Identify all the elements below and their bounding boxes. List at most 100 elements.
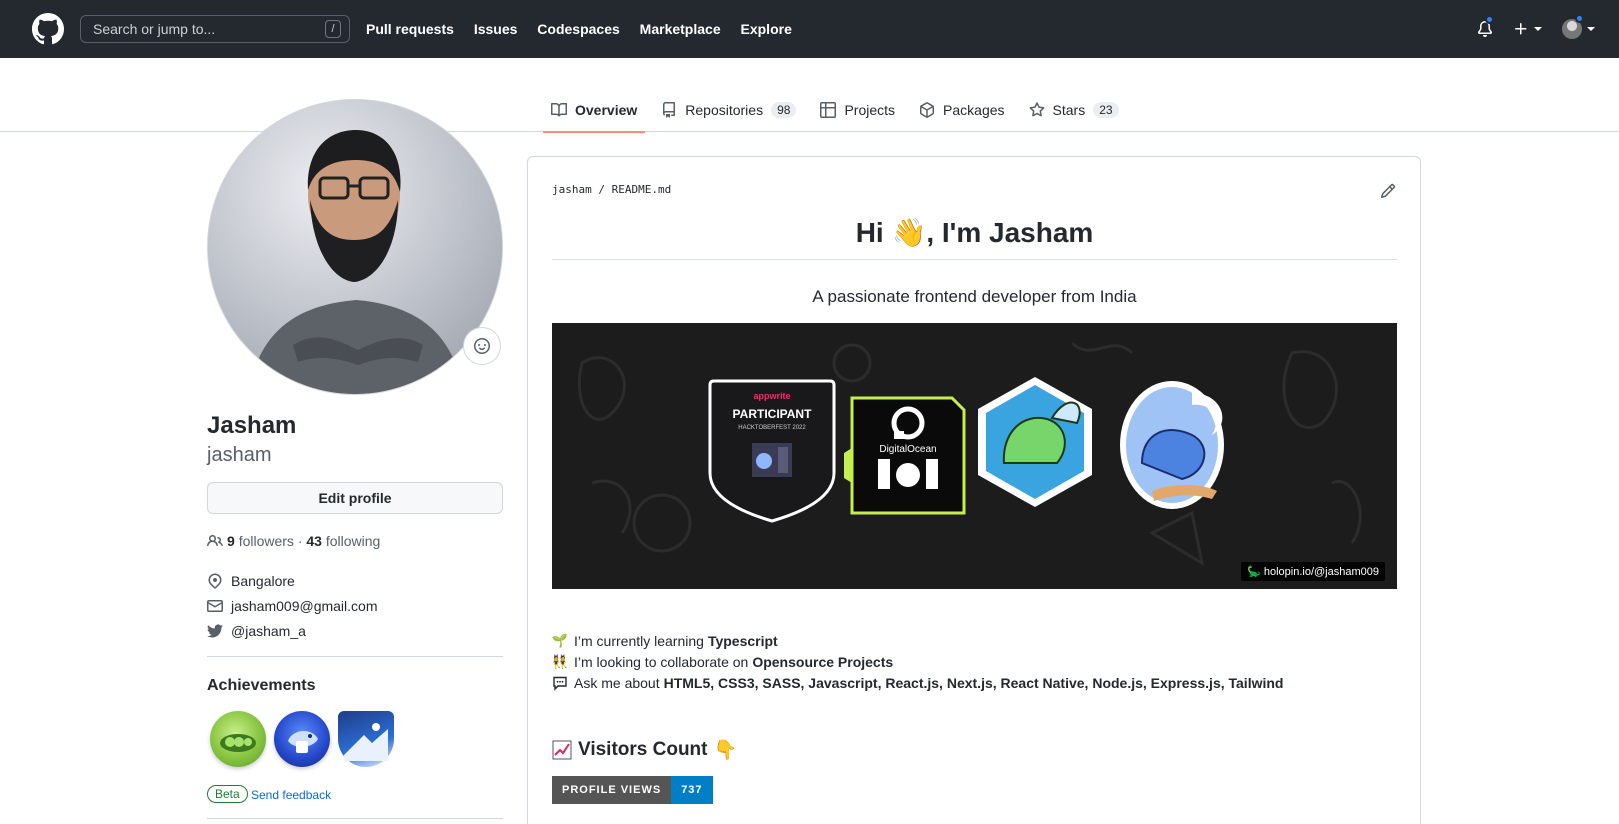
github-logo-icon[interactable] bbox=[32, 13, 64, 45]
profile-tabs-bar: Overview Repositories 98 Projects Packag… bbox=[0, 88, 1619, 133]
shark-icon bbox=[288, 730, 318, 753]
achievement-pair-extraordinaire[interactable] bbox=[210, 711, 266, 767]
tab-packages[interactable]: Packages bbox=[911, 88, 1012, 132]
table-icon bbox=[820, 102, 837, 118]
repositories-count: 98 bbox=[771, 102, 797, 118]
twitter-icon bbox=[207, 624, 223, 638]
sidebar-divider bbox=[207, 656, 503, 657]
location-icon bbox=[208, 573, 222, 589]
views-label: PROFILE VIEWS bbox=[552, 776, 672, 804]
seedling-icon: 🌱 bbox=[551, 633, 569, 648]
profile-avatar[interactable] bbox=[207, 99, 503, 395]
beta-badge: Beta bbox=[207, 785, 248, 803]
followers-link[interactable]: followers bbox=[239, 533, 294, 549]
tab-projects[interactable]: Projects bbox=[812, 88, 903, 132]
search-shortcut-key: / bbox=[325, 20, 341, 38]
search-placeholder: Search or jump to... bbox=[93, 21, 216, 37]
following-link[interactable]: following bbox=[326, 533, 380, 549]
visitors-heading: Visitors Count 👇 bbox=[552, 738, 737, 762]
appwrite-badge: appwrite PARTICIPANT HACKTOBERFEST 2022 bbox=[708, 379, 836, 523]
nav-issues[interactable]: Issues bbox=[474, 21, 518, 37]
location-text: Bangalore bbox=[231, 573, 295, 589]
send-feedback-link[interactable]: Send feedback bbox=[251, 788, 331, 802]
top-header: Search or jump to... / Pull requests Iss… bbox=[0, 0, 1619, 58]
mail-icon bbox=[207, 600, 223, 612]
twitter-item: @jasham_a bbox=[207, 623, 306, 639]
nav-pull-requests[interactable]: Pull requests bbox=[366, 21, 454, 37]
wave-emoji-icon: 👋 bbox=[891, 217, 927, 248]
views-count: 737 bbox=[671, 776, 713, 804]
tab-label: Packages bbox=[943, 102, 1005, 118]
line-bold: Typescript bbox=[707, 633, 778, 649]
readme-path-file[interactable]: README.md bbox=[612, 183, 672, 196]
nav-marketplace[interactable]: Marketplace bbox=[640, 21, 721, 37]
tab-label: Overview bbox=[575, 102, 638, 118]
appwrite-brand: appwrite bbox=[753, 391, 790, 401]
holopin-link-text: holopin.io/@jasham009 bbox=[1263, 566, 1379, 578]
tab-label: Stars bbox=[1052, 102, 1086, 118]
line-bold: Opensource Projects bbox=[752, 654, 894, 670]
profile-login: jasham bbox=[207, 444, 272, 466]
readme-subtitle: A passionate frontend developer from Ind… bbox=[812, 287, 1137, 306]
people-holding-hands-icon: 👯 bbox=[551, 654, 569, 669]
separator: · bbox=[297, 533, 303, 549]
achievement-arctic-code-vault[interactable] bbox=[338, 711, 394, 767]
tab-stars[interactable]: Stars 23 bbox=[1021, 88, 1127, 132]
book-icon bbox=[551, 102, 567, 117]
twitter-link[interactable]: @jasham_a bbox=[231, 623, 306, 639]
user-menu-button[interactable] bbox=[1562, 14, 1595, 39]
followers-count[interactable]: 9 bbox=[227, 533, 235, 549]
readme-line-ask: Ask me about HTML5, CSS3, SASS, Javascri… bbox=[552, 675, 1283, 691]
readme-line-learning: 🌱 I’m currently learning Typescript bbox=[552, 633, 778, 649]
digitalocean-badge: DigitalOcean bbox=[844, 396, 966, 515]
location-item: Bangalore bbox=[207, 573, 295, 589]
plus-icon bbox=[1515, 23, 1527, 35]
readme-heading: Hi 👋, I'm Jasham bbox=[552, 216, 1397, 249]
readme-path-user[interactable]: jasham bbox=[552, 183, 592, 196]
pointing-down-icon: 👇 bbox=[713, 740, 738, 761]
peas-icon bbox=[220, 734, 256, 752]
chevron-down-icon bbox=[1534, 27, 1542, 31]
package-icon bbox=[920, 102, 935, 118]
dino-hexagon-badge bbox=[978, 377, 1092, 507]
tab-label: Projects bbox=[844, 102, 896, 118]
achievement-pull-shark[interactable] bbox=[274, 711, 330, 767]
people-icon bbox=[207, 534, 223, 547]
holopin-stickers: appwrite PARTICIPANT HACKTOBERFEST 2022 … bbox=[577, 341, 1362, 567]
line-text: Ask me about bbox=[574, 675, 660, 691]
tab-overview[interactable]: Overview bbox=[543, 88, 646, 133]
digitalocean-brand: DigitalOcean bbox=[879, 444, 936, 455]
set-status-button[interactable] bbox=[463, 327, 501, 365]
heading-pre: Hi bbox=[855, 217, 892, 248]
holopin-banner[interactable]: appwrite PARTICIPANT HACKTOBERFEST 2022 … bbox=[552, 323, 1397, 589]
holopin-link[interactable]: 🦕 holopin.io/@jasham009 bbox=[1241, 562, 1385, 581]
header-actions bbox=[1477, 0, 1595, 58]
line-text: I’m looking to collaborate on bbox=[574, 654, 749, 670]
status-indicator bbox=[1575, 14, 1584, 23]
readme-line-collaborate: 👯 I’m looking to collaborate on Opensour… bbox=[552, 654, 893, 670]
chevron-down-icon bbox=[1587, 27, 1595, 31]
global-nav: Pull requests Issues Codespaces Marketpl… bbox=[366, 21, 808, 37]
profile-photo bbox=[208, 100, 502, 394]
speech-balloon-icon bbox=[552, 675, 568, 691]
search-input[interactable]: Search or jump to... / bbox=[80, 15, 350, 43]
notifications-button[interactable] bbox=[1477, 15, 1494, 37]
following-count[interactable]: 43 bbox=[306, 533, 322, 549]
nav-codespaces[interactable]: Codespaces bbox=[537, 21, 619, 37]
heading-post: , I'm Jasham bbox=[926, 217, 1094, 248]
create-new-button[interactable] bbox=[1513, 21, 1542, 37]
repo-icon bbox=[663, 102, 676, 118]
edit-profile-button[interactable]: Edit profile bbox=[207, 482, 503, 514]
appwrite-subtitle: HACKTOBERFEST 2022 bbox=[738, 425, 806, 431]
sidebar-divider bbox=[207, 818, 503, 819]
visitors-title: Visitors Count bbox=[578, 739, 708, 760]
tab-repositories[interactable]: Repositories 98 bbox=[653, 88, 804, 132]
profile-views-badge: PROFILE VIEWS 737 bbox=[552, 776, 713, 804]
nav-explore[interactable]: Explore bbox=[741, 21, 792, 37]
stars-count: 23 bbox=[1093, 102, 1119, 118]
edit-readme-pencil-icon[interactable] bbox=[1380, 183, 1396, 199]
tab-label: Repositories bbox=[685, 102, 764, 118]
follow-stats: 9 followers · 43 following bbox=[207, 533, 380, 549]
email-link[interactable]: jasham009@gmail.com bbox=[231, 598, 378, 614]
heading-rule bbox=[552, 259, 1397, 260]
